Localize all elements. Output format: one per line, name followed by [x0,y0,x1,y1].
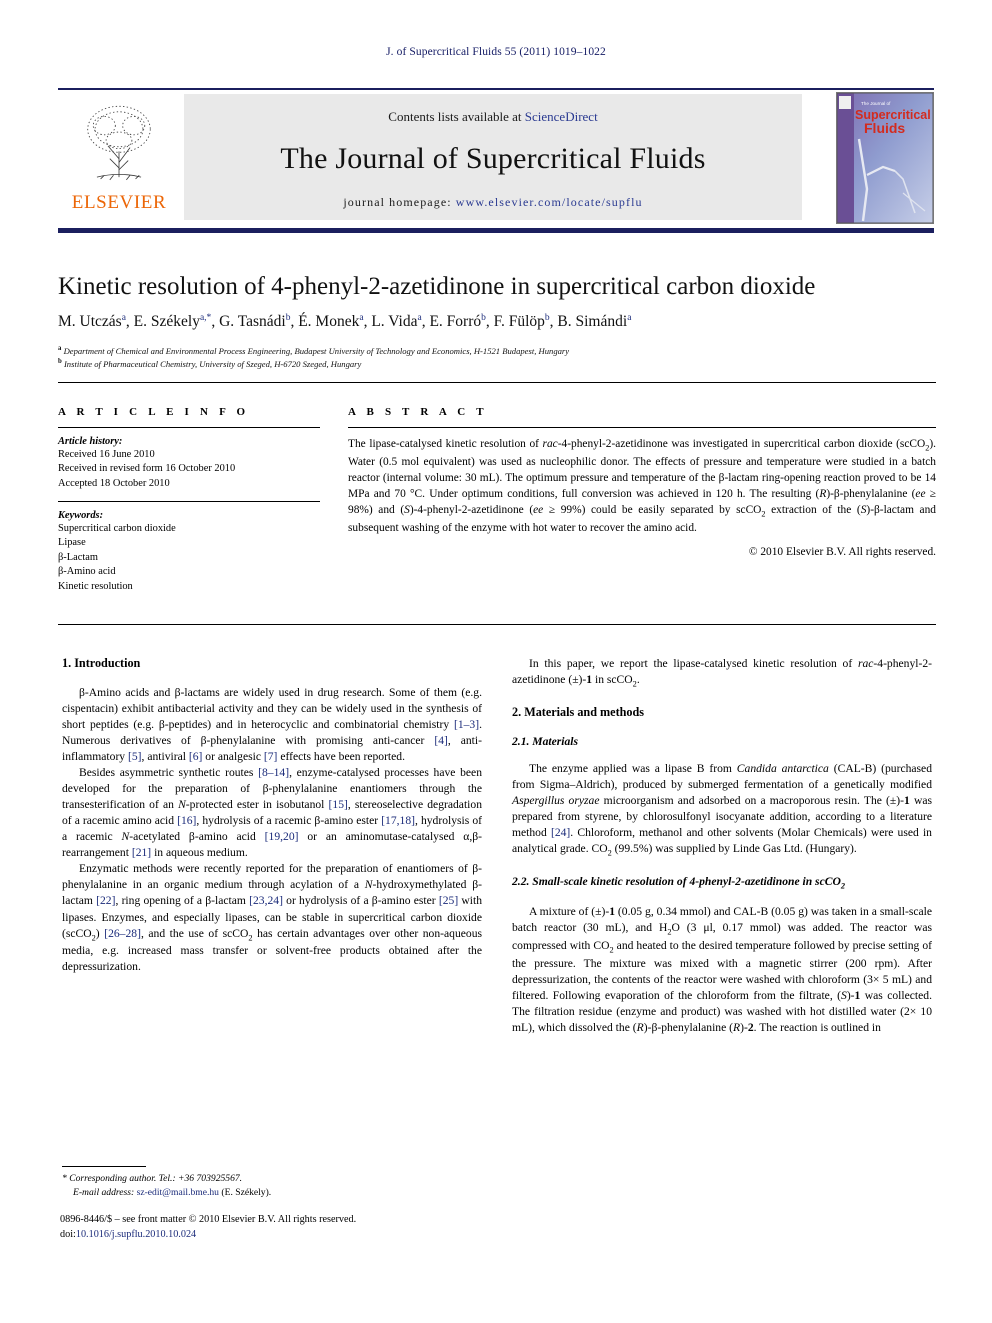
email-line: E-mail address: sz-edit@mail.bme.hu (E. … [62,1186,482,1200]
keyword-item: β-Lactam [58,551,98,563]
elsevier-tree-icon [87,105,151,181]
keyword-item: Kinetic resolution [58,580,133,592]
paragraph: In this paper, we report the lipase-cata… [512,657,932,689]
email-suffix: (E. Székely). [218,1186,272,1198]
abstract-heading: A B S T R A C T [348,406,488,418]
contents-prefix: Contents lists available at [388,108,525,124]
section-heading-introduction: 1. Introduction [62,656,141,670]
info-rule-1 [58,427,320,428]
page-title: Kinetic resolution of 4-phenyl-2-azetidi… [58,273,816,300]
affiliation-b-text: Institute of Pharmaceutical Chemistry, U… [63,358,362,369]
paragraph: β-Amino acids and β-lactams are widely u… [62,685,482,764]
running-head: J. of Supercritical Fluids 55 (2011) 101… [386,46,606,58]
doi-link[interactable]: 10.1016/j.supflu.2010.10.024 [76,1229,196,1240]
keywords-label: Keywords: [58,510,104,522]
journal-title: The Journal of Supercritical Fluids [280,141,706,175]
body-column-right: In this paper, we report the lipase-cata… [512,656,932,1036]
doi-prefix: doi: [60,1229,76,1241]
keyword-item: Supercritical carbon dioxide [58,523,176,535]
body-column-left: 1. Introduction β-Amino acids and β-lact… [62,656,482,976]
info-rule-2 [58,501,320,503]
info-top-rule [58,382,936,383]
corresponding-author-line: * Corresponding author. Tel.: +36 703925… [62,1173,243,1184]
section-heading-materials-and-methods: 2. Materials and methods [512,704,645,719]
affiliation-a-text: Department of Chemical and Environmental… [63,345,570,356]
affiliation-b: b Institute of Pharmaceutical Chemistry,… [58,358,362,369]
banner-bottom-rule [58,228,934,233]
article-info-column: A R T I C L E I N F O Article history: R… [58,406,320,594]
corresponding-author-note: * Corresponding author. Tel.: +36 703925… [62,1172,482,1199]
imprint-block: 0896-8446/$ – see front matter © 2010 El… [60,1212,500,1243]
paragraph: Besides asymmetric synthetic routes [8–1… [62,766,482,860]
paper-page: J. of Supercritical Fluids 55 (2011) 101… [0,0,992,1323]
homepage-line: journal homepage: www.elsevier.com/locat… [343,195,642,210]
journal-cover-art: The Journal of Supercritical Fluids [837,93,933,223]
homepage-url-link[interactable]: www.elsevier.com/locate/supflu [456,195,643,209]
keyword-item: β-Amino acid [58,566,116,578]
footnote-rule [62,1166,146,1167]
elsevier-logo: ELSEVIER [58,92,180,222]
abstract-rule [348,427,936,428]
front-matter-line: 0896-8446/$ – see front matter © 2010 El… [60,1214,357,1225]
banner-top-rule [58,88,934,90]
paragraph: Enzymatic methods were recently reported… [62,862,483,974]
history-item: Accepted 18 October 2010 [58,477,170,489]
elsevier-wordmark: ELSEVIER [71,192,167,213]
author-list: M. Utczása, E. Székelya,*, G. Tasnádib, … [58,313,632,331]
subsection-heading-small-scale-kinetic-resolution: 2.2. Small-scale kinetic resolution of 4… [512,874,845,891]
journal-cover-thumbnail: The Journal of Supercritical Fluids [836,92,934,224]
abstract-column: A B S T R A C T The lipase-catalysed kin… [348,406,936,558]
body-top-rule [58,624,936,625]
abstract-text: The lipase-catalysed kinetic resolution … [348,438,936,535]
article-info-heading: A R T I C L E I N F O [58,406,250,418]
email-link[interactable]: sz-edit@mail.bme.hu [137,1187,219,1198]
affiliation-a: a Department of Chemical and Environment… [58,345,570,356]
svg-text:The Journal of: The Journal of [861,101,891,106]
history-item: Received in revised form 16 October 2010 [58,463,236,475]
keyword-item: Lipase [58,537,86,549]
email-label: E-mail address: [73,1186,135,1198]
banner-center: Contents lists available at ScienceDirec… [184,94,802,220]
sciencedirect-link[interactable]: ScienceDirect [525,109,598,124]
abstract-copyright: © 2010 Elsevier B.V. All rights reserved… [748,545,936,558]
paragraph: The enzyme applied was a lipase B from C… [512,761,932,858]
svg-text:Fluids: Fluids [864,120,905,136]
journal-banner: ELSEVIER Contents lists available at Sci… [58,92,934,224]
article-history-label: Article history: [58,436,123,447]
subsection-heading-materials: 2.1. Materials [512,734,579,748]
doi-line: doi:10.1016/j.supflu.2010.10.024 [60,1227,500,1242]
contents-line: Contents lists available at ScienceDirec… [388,109,597,125]
homepage-prefix: journal homepage: [343,194,456,209]
history-item: Received 16 June 2010 [58,449,155,460]
paragraph: A mixture of (±)-1 (0.05 g, 0.34 mmol) a… [512,905,933,1035]
